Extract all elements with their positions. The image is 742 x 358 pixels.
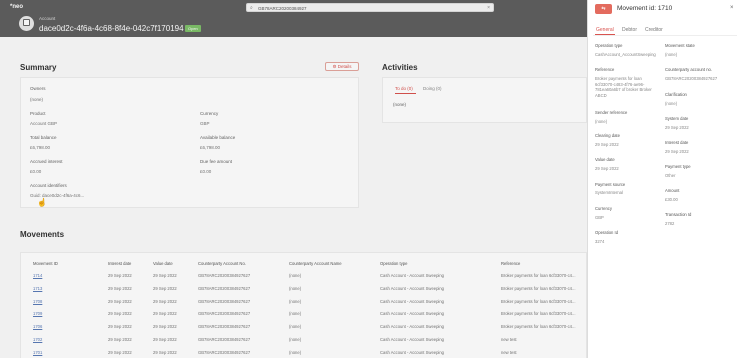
tab-general[interactable]: General xyxy=(596,27,614,33)
clarification-label: Clarification xyxy=(665,92,687,97)
close-icon[interactable]: × xyxy=(730,5,734,11)
counterparty-label: Counterparty account no. xyxy=(665,67,713,72)
transaction-id-value: 2782 xyxy=(665,221,675,226)
clarification-value: (none) xyxy=(665,101,678,106)
tab-general-underline xyxy=(595,34,615,35)
counterparty-value: GB78ARC20200384927627 xyxy=(665,76,718,81)
amount-value: £30.00 xyxy=(665,197,678,202)
sender-reference-label: Sender reference xyxy=(595,110,628,115)
payment-source-value: SystemInternal xyxy=(595,190,623,195)
prev-next-arrows-icon[interactable]: ⇆ xyxy=(595,4,612,14)
operation-id-label: Operation Id xyxy=(595,230,619,235)
tab-debtor[interactable]: Debtor xyxy=(622,27,637,33)
value-date-value: 29 Sep 2022 xyxy=(595,166,619,171)
clearing-date-label: Clearing date xyxy=(595,133,620,138)
interest-date-label: Interest date xyxy=(665,140,689,145)
operation-type-label: Operation type xyxy=(595,43,623,48)
currency-value: GBP xyxy=(595,215,604,220)
clearing-date-value: 29 Sep 2022 xyxy=(595,142,619,147)
operation-type-value: CashAccount_AccountSweeping xyxy=(595,52,656,57)
reference-label: Reference xyxy=(595,67,615,72)
tab-divider xyxy=(593,35,737,36)
interest-date-value: 29 Sep 2022 xyxy=(665,149,689,154)
panel-title: Movement id: 1710 xyxy=(617,5,673,12)
value-date-label: Value date xyxy=(595,157,615,162)
movement-state-label: Movement state xyxy=(665,43,695,48)
system-date-label: System date xyxy=(665,116,689,121)
payment-source-label: Payment source xyxy=(595,182,626,187)
amount-label: Amount xyxy=(665,188,680,193)
reference-line: ABCD xyxy=(595,92,607,98)
payment-type-label: Payment type xyxy=(665,164,691,169)
movement-state-value: (none) xyxy=(665,52,678,57)
operation-id-value: 3274 xyxy=(595,239,605,244)
sender-reference-value: (none) xyxy=(595,119,608,124)
system-date-value: 29 Sep 2022 xyxy=(665,125,689,130)
panel-backdrop[interactable] xyxy=(0,0,587,358)
tab-creditor[interactable]: Creditor xyxy=(645,27,663,33)
currency-label: Currency xyxy=(595,206,612,211)
payment-type-value: Other xyxy=(665,173,676,178)
transaction-id-label: Transaction Id xyxy=(665,212,692,217)
